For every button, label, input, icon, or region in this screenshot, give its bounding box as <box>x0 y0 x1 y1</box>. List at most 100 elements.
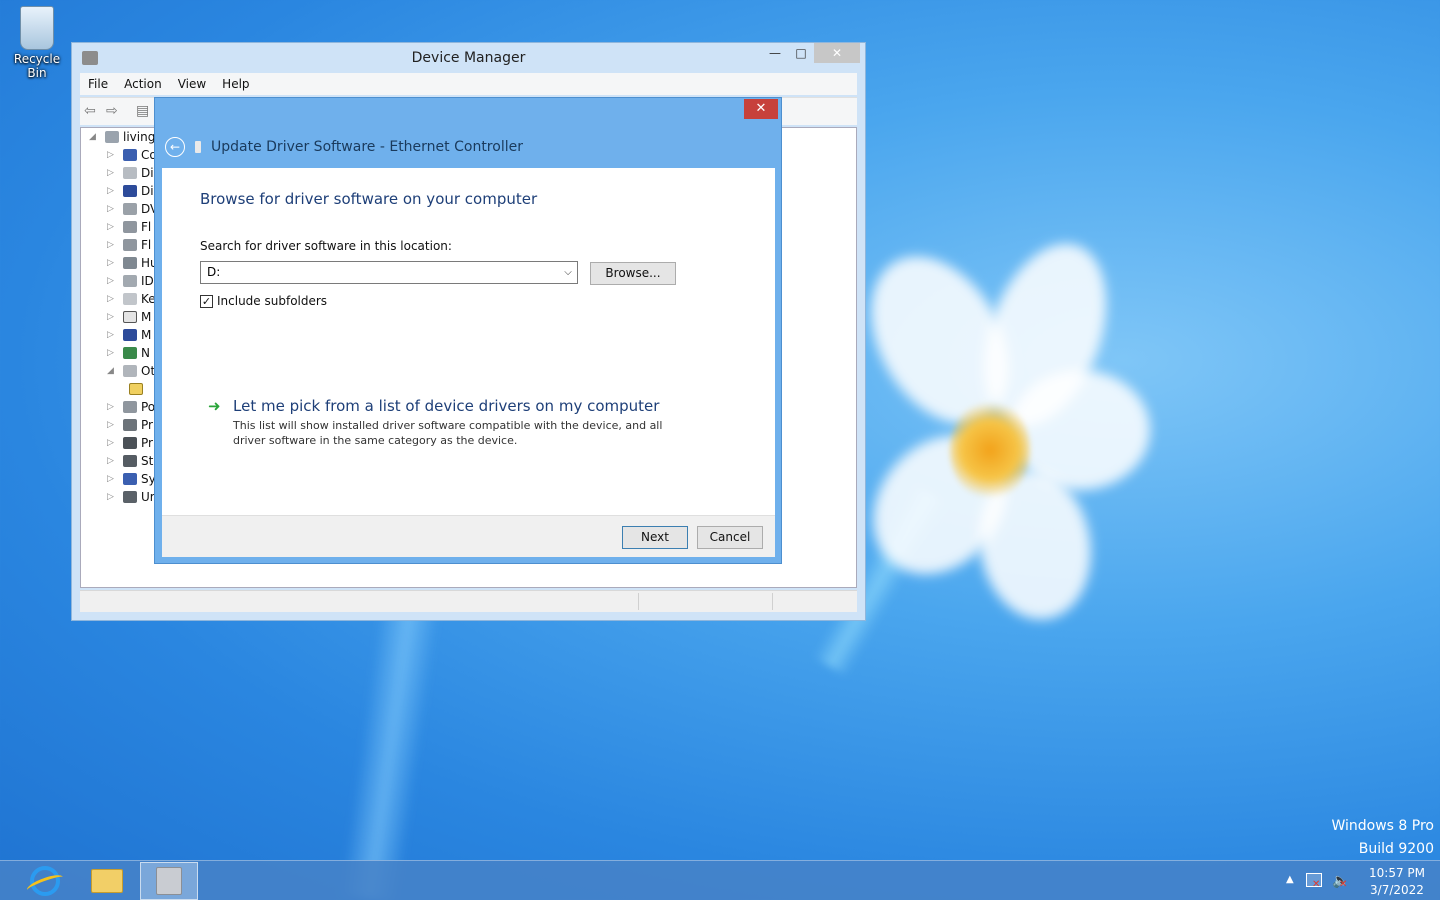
device-manager-taskbar-icon <box>156 867 182 895</box>
expand-arrow-icon[interactable]: ▷ <box>107 438 119 448</box>
taskbar-device-manager[interactable] <box>140 862 198 900</box>
tree-item[interactable]: ▷ Pr <box>107 434 158 452</box>
tree-item[interactable]: ▷ Po <box>107 398 158 416</box>
tree-item[interactable]: ▷ Di <box>107 164 158 182</box>
expand-arrow-icon[interactable]: ▷ <box>107 168 119 178</box>
device-category-icon <box>123 239 137 251</box>
device-category-icon <box>123 293 137 305</box>
recycle-bin-shortcut[interactable]: Recycle Bin <box>4 6 70 80</box>
show-hidden-icons-icon[interactable]: ▲ <box>1286 874 1294 885</box>
tree-item[interactable]: ▷ Pr <box>107 416 158 434</box>
tree-item[interactable]: ▷ Di <box>107 182 158 200</box>
tree-item[interactable]: ▷ Ke <box>107 290 158 308</box>
expand-arrow-icon[interactable]: ▷ <box>107 492 119 502</box>
menu-help[interactable]: Help <box>214 77 257 91</box>
menu-file[interactable]: File <box>80 77 116 91</box>
cancel-button[interactable]: Cancel <box>697 526 763 549</box>
wallpaper-flower-center <box>950 400 1030 500</box>
expand-arrow-icon[interactable]: ▷ <box>107 294 119 304</box>
device-category-icon <box>123 437 137 449</box>
tree-item[interactable]: ▷ N <box>107 344 158 362</box>
expand-arrow-icon[interactable]: ▷ <box>107 474 119 484</box>
recycle-bin-label: Recycle Bin <box>13 52 61 80</box>
tree-item-label: ID <box>141 274 154 288</box>
tree-item[interactable]: ▷ DV <box>107 200 158 218</box>
expand-arrow-icon[interactable]: ▷ <box>107 330 119 340</box>
tree-item-label: Pr <box>141 418 153 432</box>
tree-item-label: Fl <box>141 220 152 234</box>
include-subfolders-label[interactable]: Include subfolders <box>217 294 327 308</box>
tree-item[interactable] <box>107 380 158 398</box>
speaker-muted-icon: ✕ <box>1339 879 1348 890</box>
menu-action[interactable]: Action <box>116 77 170 91</box>
expand-arrow-icon[interactable]: ▷ <box>107 222 119 232</box>
minimize-button[interactable]: — <box>762 43 788 63</box>
include-subfolders-checkbox[interactable]: ✓ <box>200 294 213 308</box>
expand-arrow-icon[interactable]: ▷ <box>107 204 119 214</box>
device-manager-titlebar[interactable]: Device Manager — □ ✕ <box>72 43 865 73</box>
tree-item-label: M <box>141 310 152 324</box>
collapse-arrow-icon[interactable]: ◢ <box>107 366 119 376</box>
device-category-icon <box>123 365 137 377</box>
properties-icon[interactable]: ▤ <box>136 104 154 118</box>
device-category-icon <box>123 401 137 413</box>
search-location-value[interactable]: D: <box>207 265 220 279</box>
tree-item[interactable]: ▷ Co <box>107 146 158 164</box>
back-button[interactable]: ← <box>165 137 185 157</box>
tree-item[interactable]: ▷ ID <box>107 272 158 290</box>
tree-item[interactable]: ◢ Ot <box>107 362 158 380</box>
browse-button[interactable]: Browse... <box>590 262 676 285</box>
expand-arrow-icon[interactable]: ▷ <box>107 258 119 268</box>
computer-icon <box>105 131 119 143</box>
tree-item-label: N <box>141 346 150 360</box>
device-category-icon <box>123 149 137 161</box>
expand-arrow-icon[interactable]: ▷ <box>107 240 119 250</box>
tree-item[interactable]: ▷ Hu <box>107 254 158 272</box>
device-category-icon <box>123 203 137 215</box>
taskbar-clock[interactable]: 10:57 PM 3/7/2022 <box>1362 865 1432 899</box>
forward-arrow-icon[interactable]: ⇨ <box>106 104 124 118</box>
expand-arrow-icon[interactable]: ▷ <box>107 456 119 466</box>
ethernet-device-icon <box>195 141 201 153</box>
expand-arrow-icon[interactable]: ▷ <box>107 186 119 196</box>
tree-item[interactable]: ▷ M <box>107 308 158 326</box>
expand-arrow-icon[interactable]: ▷ <box>107 348 119 358</box>
watermark-edition: Windows 8 Pro <box>1331 818 1434 834</box>
expand-arrow-icon[interactable]: ▷ <box>107 312 119 322</box>
dialog-close-button[interactable]: ✕ <box>744 99 778 119</box>
next-button[interactable]: Next <box>622 526 688 549</box>
tree-item-label: St <box>141 454 154 468</box>
close-button[interactable]: ✕ <box>814 43 860 63</box>
device-tree: ◢ living ▷ Co ▷ Di ▷ Di ▷ DV ▷ Fl ▷ Fl ▷ Hu ▷ ID… <box>89 128 158 506</box>
tree-children: ▷ Co ▷ Di ▷ Di ▷ DV ▷ Fl ▷ Fl ▷ Hu ▷ ID ▷ Ke ▷ M ▷… <box>89 146 158 506</box>
include-subfolders-option[interactable]: ✓ Include subfolders <box>200 294 327 308</box>
expand-arrow-icon[interactable]: ▷ <box>107 276 119 286</box>
back-arrow-icon[interactable]: ⇦ <box>84 104 102 118</box>
device-category-icon <box>123 311 137 323</box>
search-location-combobox[interactable]: D: ⌵ <box>200 261 578 284</box>
watermark-build: Build 9200 <box>1358 841 1434 857</box>
pick-from-list-link[interactable]: Let me pick from a list of device driver… <box>233 397 659 415</box>
status-separator <box>772 593 773 610</box>
tree-item-label: Di <box>141 184 154 198</box>
collapse-arrow-icon[interactable]: ◢ <box>89 132 101 142</box>
chevron-down-icon[interactable]: ⌵ <box>559 262 577 283</box>
expand-arrow-icon[interactable]: ▷ <box>107 420 119 430</box>
tree-item[interactable]: ▷ M <box>107 326 158 344</box>
tree-item[interactable]: ▷ Sy <box>107 470 158 488</box>
expand-arrow-icon[interactable]: ▷ <box>107 402 119 412</box>
update-driver-dialog: ✕ ← Update Driver Software - Ethernet Co… <box>154 97 782 564</box>
taskbar-internet-explorer[interactable] <box>16 862 74 900</box>
taskbar-file-explorer[interactable] <box>78 862 136 900</box>
tree-item[interactable]: ▷ Fl <box>107 236 158 254</box>
tree-item[interactable]: ▷ St <box>107 452 158 470</box>
expand-arrow-icon[interactable]: ▷ <box>107 150 119 160</box>
maximize-button[interactable]: □ <box>788 43 814 63</box>
tree-root[interactable]: ◢ living <box>89 128 158 146</box>
dialog-content: Browse for driver software on your compu… <box>162 168 775 515</box>
menu-view[interactable]: View <box>170 77 214 91</box>
device-manager-title: Device Manager <box>411 50 526 66</box>
tree-item[interactable]: ▷ Fl <box>107 218 158 236</box>
tree-item[interactable]: ▷ Ur <box>107 488 158 506</box>
wallpaper-stem <box>339 597 441 900</box>
